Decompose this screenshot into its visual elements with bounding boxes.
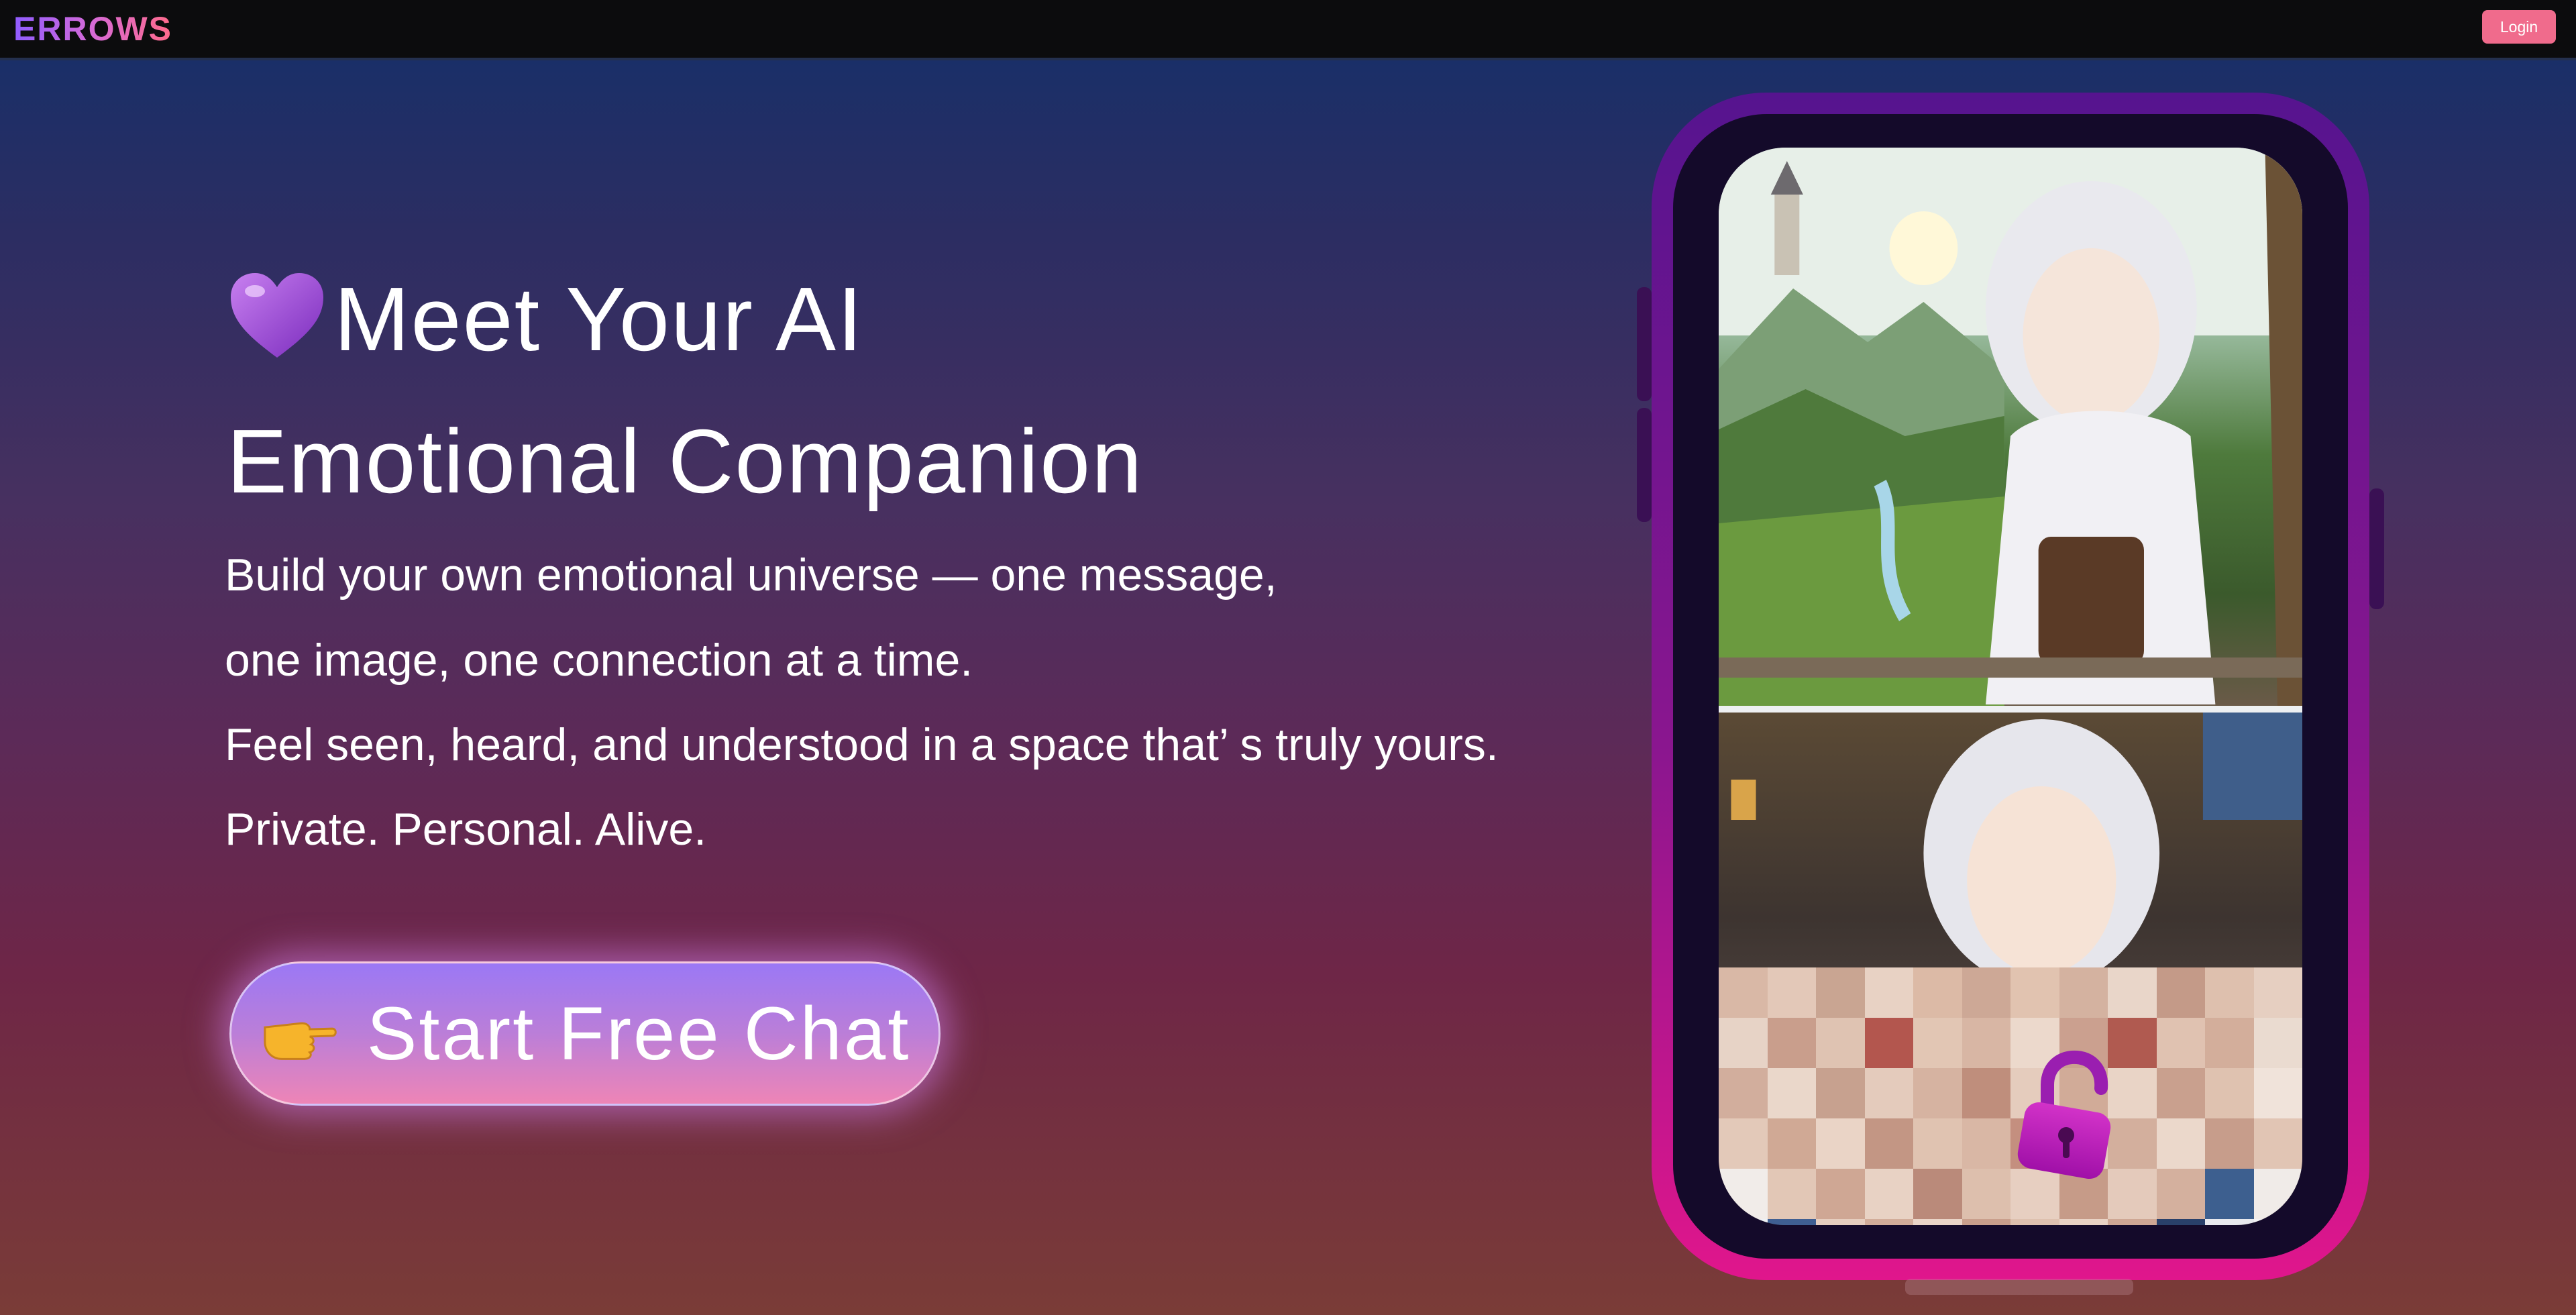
phone-power-button [2369, 488, 2384, 609]
purple-heart-icon [231, 273, 323, 358]
phone-bezel [1673, 114, 2348, 1259]
top-navbar: ERROWS Login [0, 0, 2576, 60]
hero-title-line-1: Meet Your AI [227, 268, 864, 364]
hero-title-text-1: Meet Your AI [334, 268, 864, 370]
hero-description-line-2: one image, one connection at a time. [225, 635, 973, 686]
cta-label: Start Free Chat [366, 992, 911, 1075]
landscape-illustration [1719, 148, 2302, 706]
hero-description-line-3: Feel seen, heard, and understood in a sp… [225, 719, 1499, 770]
character-illustration-2 [1731, 713, 2302, 988]
phone-screen [1719, 148, 2302, 1225]
pointing-hand-icon [264, 1022, 337, 1060]
hero-description-line-1: Build your own emotional universe — one … [225, 549, 1277, 600]
phone-mockup [1637, 93, 2384, 1280]
phone-reflection [1905, 1279, 2133, 1295]
unlock-icon[interactable] [2007, 1048, 2121, 1182]
phone-volume-down [1637, 408, 1652, 522]
start-free-chat-button[interactable]: Start Free Chat [229, 961, 941, 1106]
character-image-preview [1719, 148, 2302, 706]
image-divider [1719, 706, 2302, 713]
logo[interactable]: ERROWS [13, 9, 172, 48]
locked-image-preview [1719, 713, 2302, 1225]
phone-volume-up [1637, 287, 1652, 401]
login-button[interactable]: Login [2482, 10, 2556, 44]
hero-title-line-2: Emotional Companion [227, 411, 1144, 512]
hero-description-line-4: Private. Personal. Alive. [225, 804, 707, 855]
